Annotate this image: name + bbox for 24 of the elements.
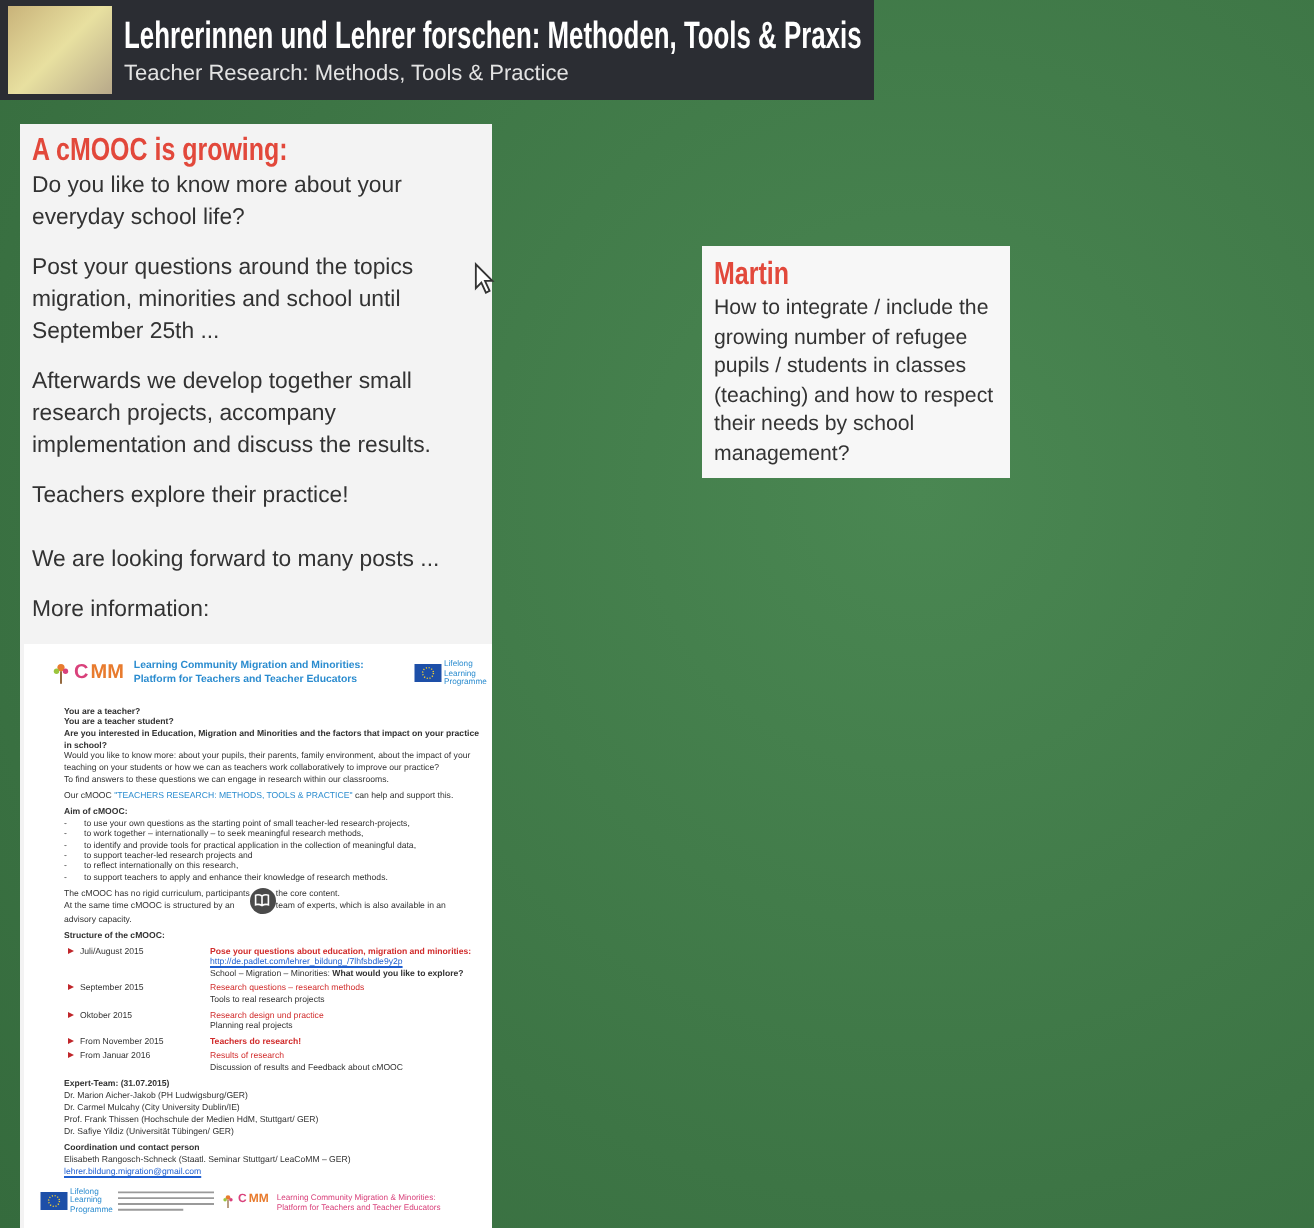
cursor-icon [474,262,496,296]
post-text: Afterwards we develop together small research projects, accompany implementation and discuss the results. [32,368,433,462]
post-author: Martin [714,256,789,294]
document-attachment[interactable] [24,644,492,1228]
text-lines-drawing [118,1189,214,1214]
bullet-icon [68,948,74,955]
bullet-icon [68,984,74,991]
logo: CMM [52,661,124,686]
post-text: Teachers explore their practice! [32,482,351,512]
bullet-icon [68,1011,74,1017]
post-text: Do you like to know more about your everyday school life? [32,172,404,234]
bullet-icon [68,1052,74,1059]
board-title: Lehrerinnen und Lehrer forschen: Methoden, Tools & Praxis [124,13,862,59]
post-text: How to integrate / include the growing number of refugee pupils / students in classes (teaching) and how to respect their needs by school management? [714,294,996,468]
photo-placeholder [8,6,112,94]
post-card[interactable] [20,124,492,1228]
post-text: Post your questions around the topics migration, minorities and school until September 25th ... [32,254,416,348]
bullet-icon [68,1037,74,1044]
post-card[interactable]: Martin How to integrate / include the growing number of refugee pupils / students in classes (teaching) and how to respect their needs by school management? [702,246,1010,478]
post-text: More information: [32,596,212,626]
board-subtitle: Teacher Research: Methods, Tools & Practice [124,59,569,87]
post-text: We are looking forward to many posts ... [32,546,442,576]
post-title: A cMOOC is growing: [32,132,288,170]
book-icon [249,887,276,914]
